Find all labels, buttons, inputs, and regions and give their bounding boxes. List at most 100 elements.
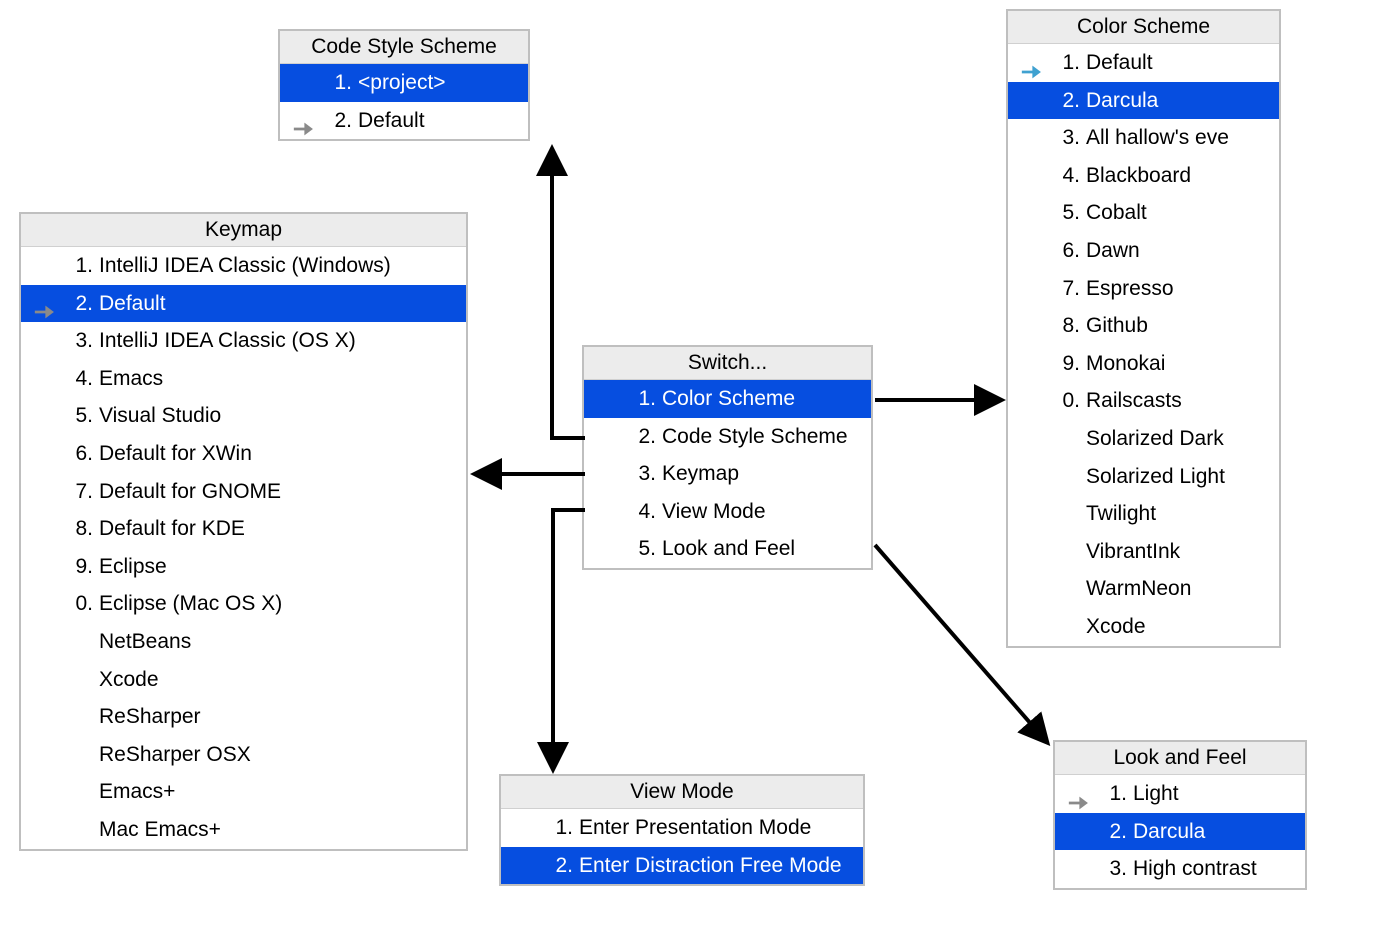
item-number: 4. xyxy=(1058,159,1080,193)
item-label: Solarized Dark xyxy=(1086,422,1224,456)
item-number: 2. xyxy=(634,420,656,454)
keymap-item[interactable]: NetBeans xyxy=(21,623,466,661)
color-scheme-item[interactable]: Solarized Dark xyxy=(1008,420,1279,458)
keymap-item[interactable]: 2.Default xyxy=(21,285,466,323)
item-number xyxy=(71,775,93,809)
switch-item[interactable]: 3.Keymap xyxy=(584,455,871,493)
view-mode-title: View Mode xyxy=(501,776,863,809)
item-number: 1. xyxy=(634,382,656,416)
switch-item[interactable]: 2.Code Style Scheme xyxy=(584,418,871,456)
code-style-list: 1.<project>2.Default xyxy=(280,64,528,139)
item-label: Emacs xyxy=(99,362,163,396)
item-number: 0. xyxy=(71,587,93,621)
color-scheme-popup: Color Scheme 1.Default2.Darcula3.All hal… xyxy=(1006,9,1281,648)
keymap-item[interactable]: 6.Default for XWin xyxy=(21,435,466,473)
color-scheme-item[interactable]: WarmNeon xyxy=(1008,570,1279,608)
item-label: Eclipse xyxy=(99,550,167,584)
switch-list: 1.Color Scheme2.Code Style Scheme3.Keyma… xyxy=(584,380,871,568)
keymap-item[interactable]: 7.Default for GNOME xyxy=(21,473,466,511)
item-label: Default for GNOME xyxy=(99,475,281,509)
item-number xyxy=(71,738,93,772)
item-label: Blackboard xyxy=(1086,159,1191,193)
item-label: Visual Studio xyxy=(99,399,221,433)
item-number: 2. xyxy=(1058,84,1080,118)
item-label: Espresso xyxy=(1086,272,1174,306)
item-label: Mac Emacs+ xyxy=(99,813,221,847)
item-number xyxy=(71,813,93,847)
code-style-item[interactable]: 2.Default xyxy=(280,102,528,140)
item-label: Xcode xyxy=(99,663,159,697)
color-scheme-item[interactable]: 8.Github xyxy=(1008,307,1279,345)
item-number: 5. xyxy=(634,532,656,566)
color-scheme-list: 1.Default2.Darcula3.All hallow's eve4.Bl… xyxy=(1008,44,1279,646)
item-number xyxy=(1058,535,1080,569)
item-number: 7. xyxy=(71,475,93,509)
switch-item[interactable]: 5.Look and Feel xyxy=(584,530,871,568)
look-and-feel-item[interactable]: 1.Light xyxy=(1055,775,1305,813)
item-label: Emacs+ xyxy=(99,775,175,809)
color-scheme-item[interactable]: Xcode xyxy=(1008,608,1279,646)
color-scheme-item[interactable]: 5.Cobalt xyxy=(1008,194,1279,232)
item-number: 9. xyxy=(1058,347,1080,381)
item-label: Twilight xyxy=(1086,497,1156,531)
switch-item[interactable]: 1.Color Scheme xyxy=(584,380,871,418)
code-style-item[interactable]: 1.<project> xyxy=(280,64,528,102)
keymap-popup: Keymap 1.IntelliJ IDEA Classic (Windows)… xyxy=(19,212,468,851)
current-indicator-arrow-icon xyxy=(292,113,314,127)
item-number: 4. xyxy=(71,362,93,396)
switch-item[interactable]: 4.View Mode xyxy=(584,493,871,531)
keymap-item[interactable]: ReSharper OSX xyxy=(21,736,466,774)
item-number: 8. xyxy=(71,512,93,546)
item-label: Default xyxy=(1086,46,1153,80)
item-label: ReSharper OSX xyxy=(99,738,251,772)
keymap-item[interactable]: 4.Emacs xyxy=(21,360,466,398)
switch-title: Switch... xyxy=(584,347,871,380)
color-scheme-item[interactable]: 2.Darcula xyxy=(1008,82,1279,120)
item-number xyxy=(1058,497,1080,531)
color-scheme-item[interactable]: Solarized Light xyxy=(1008,458,1279,496)
item-number xyxy=(71,663,93,697)
color-scheme-item[interactable]: 3.All hallow's eve xyxy=(1008,119,1279,157)
current-indicator-arrow-icon xyxy=(1067,787,1089,801)
look-and-feel-list: 1.Light2.Darcula3.High contrast xyxy=(1055,775,1305,888)
keymap-item[interactable]: 5.Visual Studio xyxy=(21,397,466,435)
item-label: All hallow's eve xyxy=(1086,121,1229,155)
look-and-feel-item[interactable]: 3.High contrast xyxy=(1055,850,1305,888)
current-indicator-arrow-icon xyxy=(1020,56,1042,70)
view-mode-item[interactable]: 2.Enter Distraction Free Mode xyxy=(501,847,863,885)
color-scheme-item[interactable]: 9.Monokai xyxy=(1008,345,1279,383)
color-scheme-item[interactable]: 0.Railscasts xyxy=(1008,382,1279,420)
keymap-item[interactable]: 9.Eclipse xyxy=(21,548,466,586)
item-number: 9. xyxy=(71,550,93,584)
item-label: Default for XWin xyxy=(99,437,252,471)
item-label: Keymap xyxy=(662,457,739,491)
color-scheme-item[interactable]: Twilight xyxy=(1008,495,1279,533)
color-scheme-item[interactable]: VibrantInk xyxy=(1008,533,1279,571)
item-label: <project> xyxy=(358,66,446,100)
keymap-item[interactable]: 3.IntelliJ IDEA Classic (OS X) xyxy=(21,322,466,360)
view-mode-item[interactable]: 1.Enter Presentation Mode xyxy=(501,809,863,847)
item-number: 7. xyxy=(1058,272,1080,306)
color-scheme-item[interactable]: 7.Espresso xyxy=(1008,270,1279,308)
keymap-item[interactable]: Xcode xyxy=(21,661,466,699)
keymap-item[interactable]: ReSharper xyxy=(21,698,466,736)
keymap-item[interactable]: Mac Emacs+ xyxy=(21,811,466,849)
code-style-title: Code Style Scheme xyxy=(280,31,528,64)
keymap-item[interactable]: 1.IntelliJ IDEA Classic (Windows) xyxy=(21,247,466,285)
look-and-feel-item[interactable]: 2.Darcula xyxy=(1055,813,1305,851)
item-label: Monokai xyxy=(1086,347,1165,381)
item-number xyxy=(71,625,93,659)
color-scheme-item[interactable]: 6.Dawn xyxy=(1008,232,1279,270)
keymap-item[interactable]: 8.Default for KDE xyxy=(21,510,466,548)
color-scheme-item[interactable]: 1.Default xyxy=(1008,44,1279,82)
code-style-popup: Code Style Scheme 1.<project>2.Default xyxy=(278,29,530,141)
item-number: 1. xyxy=(1105,777,1127,811)
color-scheme-item[interactable]: 4.Blackboard xyxy=(1008,157,1279,195)
item-label: Cobalt xyxy=(1086,196,1147,230)
keymap-item[interactable]: 0.Eclipse (Mac OS X) xyxy=(21,585,466,623)
item-number: 2. xyxy=(551,849,573,883)
item-number: 3. xyxy=(1058,121,1080,155)
keymap-item[interactable]: Emacs+ xyxy=(21,773,466,811)
item-number: 1. xyxy=(330,66,352,100)
item-label: Default xyxy=(358,104,425,138)
